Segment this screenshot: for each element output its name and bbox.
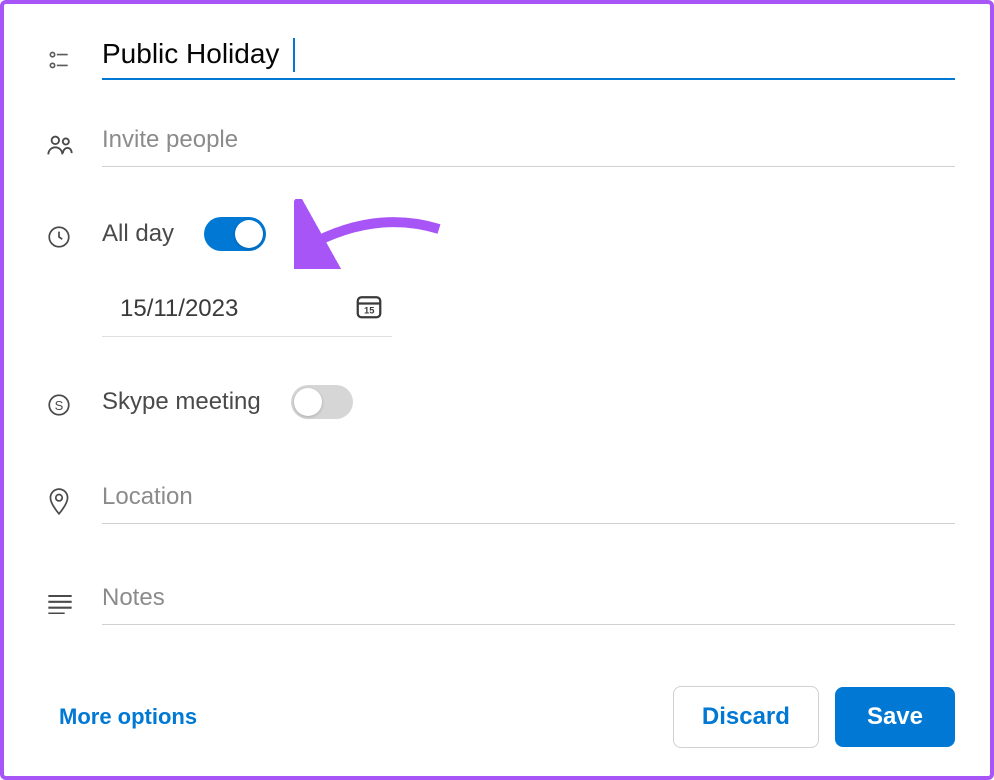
invite-people-input[interactable]: [102, 116, 955, 167]
notes-input[interactable]: [102, 574, 955, 624]
allday-row: All day: [46, 217, 955, 251]
location-icon: [46, 481, 102, 517]
text-caret: [293, 38, 295, 72]
event-title-input[interactable]: [102, 34, 955, 80]
calendar-icon[interactable]: 15: [354, 291, 384, 326]
svg-text:15: 15: [364, 306, 374, 316]
title-row: [46, 34, 955, 80]
location-row: [46, 473, 955, 524]
toggle-knob: [294, 388, 322, 416]
tag-icon: [46, 41, 102, 73]
discard-button[interactable]: Discard: [673, 686, 819, 748]
more-options-link[interactable]: More options: [59, 704, 197, 730]
invite-row: [46, 116, 955, 167]
toggle-knob: [235, 220, 263, 248]
save-button[interactable]: Save: [835, 687, 955, 747]
location-input[interactable]: [102, 473, 955, 524]
notes-icon: [46, 586, 102, 614]
date-value: 15/11/2023: [120, 295, 354, 323]
skype-row: S Skype meeting: [46, 385, 955, 419]
event-form: All day 15/11/2023 15 S Skype meeting: [0, 0, 994, 780]
skype-icon: S: [46, 386, 102, 418]
allday-label: All day: [102, 220, 174, 248]
date-row[interactable]: 15/11/2023 15: [102, 291, 392, 337]
skype-label: Skype meeting: [102, 388, 261, 416]
clock-icon: [46, 218, 102, 250]
people-icon: [46, 125, 102, 159]
allday-toggle[interactable]: [204, 217, 266, 251]
skype-toggle[interactable]: [291, 385, 353, 419]
svg-text:S: S: [55, 398, 64, 413]
notes-row: [46, 574, 955, 625]
footer: More options Discard Save: [59, 686, 955, 748]
